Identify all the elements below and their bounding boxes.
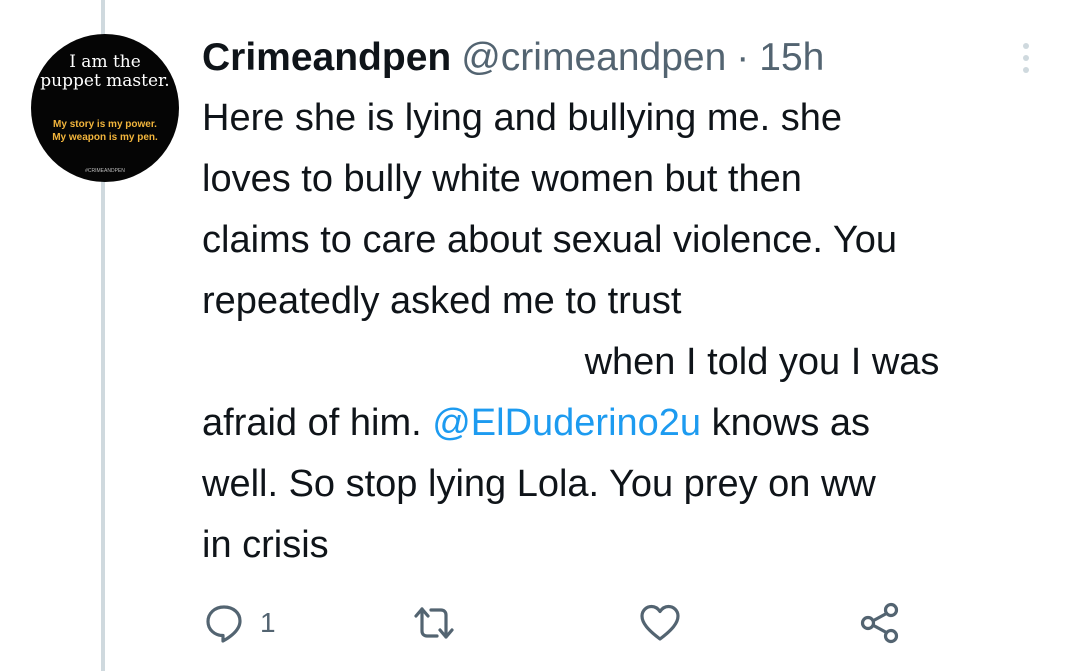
tweet-text-line-redacted: when I told you I was [202, 332, 1062, 393]
share-icon [860, 602, 899, 644]
redacted-area [202, 348, 574, 379]
like-button[interactable] [638, 598, 682, 648]
reply-count: 1 [260, 607, 276, 638]
retweet-icon [414, 607, 454, 639]
tweet-text-line: loves to bully white women but then [202, 158, 802, 200]
mention-link[interactable]: @ElDuderino2u [432, 402, 701, 444]
reply-button[interactable]: 1 [202, 598, 276, 648]
tweet-text-line: Here she is lying and bullying me. she [202, 97, 843, 139]
avatar-text-line: puppet master. [40, 71, 170, 91]
avatar-text-line: My story is my power. [53, 119, 157, 130]
tweet-text: Here she is lying and bullying me. she l… [202, 88, 1062, 576]
retweet-button[interactable] [412, 598, 456, 648]
user-handle[interactable]: @crimeandpen [461, 36, 726, 80]
tweet-header: Crimeandpen @crimeandpen · 15h [202, 36, 824, 80]
tweet-text-line: claims to care about sexual violence. Yo… [202, 219, 897, 261]
avatar-text-line: I am the [69, 52, 141, 72]
tweet-text-fragment: knows as [711, 402, 871, 444]
heart-icon [640, 604, 680, 641]
avatar[interactable]: I am the puppet master. My story is my p… [31, 34, 179, 182]
display-name[interactable]: Crimeandpen [202, 36, 451, 80]
separator-dot: · [736, 36, 750, 79]
tweet-text-line: in crisis [202, 524, 329, 566]
tweet-text-line: well. So stop lying Lola. You prey on ww [202, 463, 876, 505]
share-button[interactable] [858, 598, 902, 648]
avatar-text-line: My weapon is my pen. [52, 132, 158, 143]
avatar-text-line: #CRIMEANDPEN [85, 168, 125, 174]
timestamp[interactable]: 15h [759, 36, 824, 80]
tweet-actions: 1 [202, 598, 922, 648]
tweet-text-line: repeatedly asked me to trust [202, 280, 682, 322]
more-dot [1023, 67, 1029, 73]
tweet-text-fragment: afraid of him. [202, 402, 422, 444]
reply-icon [206, 605, 242, 643]
more-dot [1023, 55, 1029, 61]
more-dot [1023, 43, 1029, 49]
tweet-text-fragment: when I told you I was [584, 341, 940, 383]
tweet-text-line-mention: afraid of him. @ElDuderino2u knows as [202, 393, 1062, 454]
more-options-icon[interactable] [1008, 38, 1044, 78]
